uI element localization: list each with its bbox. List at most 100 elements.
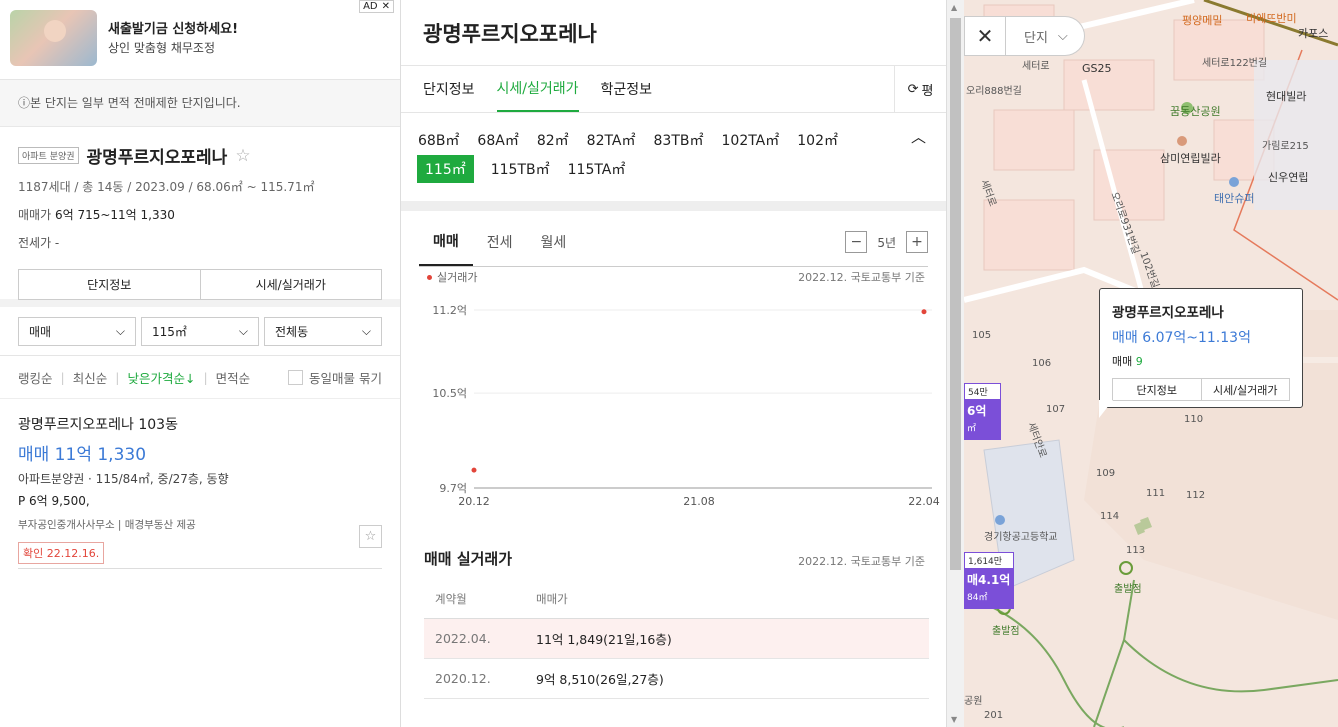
x-tick-label: 21.08	[683, 495, 715, 508]
tab-jeonse[interactable]: 전세	[473, 217, 527, 266]
tab-sale[interactable]: 매매	[419, 217, 473, 266]
ad-label: AD	[363, 1, 378, 12]
table-row[interactable]: 2020.12. 9억 8,510(26일,27층)	[424, 659, 929, 699]
area-select[interactable]: 115㎡ ⌵	[141, 317, 259, 346]
trade-type-select[interactable]: 매매 ⌵	[18, 317, 136, 346]
map-label: 가림로215	[1262, 141, 1309, 152]
sort-ranking[interactable]: 랭킹순	[18, 368, 53, 387]
map-view[interactable]: 평양메밀 비에뜨반미 카포스 GS25 세터로122번길 세터로 오리888번길 현대빌라 꿈동…	[964, 0, 1338, 727]
ad-close-icon[interactable]: ✕	[382, 1, 390, 12]
period-minus-button[interactable]: −	[845, 231, 868, 253]
tab-complex-info[interactable]: 단지정보	[423, 66, 475, 112]
popup-name: 광명푸르지오포레나	[1112, 305, 1224, 321]
complex-summary: 아파트 분양권 광명푸르지오포레나 ☆ 1187세대 / 총 14동 / 202…	[0, 127, 400, 307]
header-month: 계약월	[435, 592, 467, 606]
size-option[interactable]: 68A㎡	[476, 130, 519, 150]
scrollbar-thumb[interactable]	[950, 18, 961, 570]
group-listings-checkbox[interactable]: 동일매물 묶기	[288, 368, 382, 387]
popup-info-button[interactable]: 단지정보	[1112, 378, 1202, 401]
trade-tabs: 매매 전세 월세 − 5년 +	[419, 217, 928, 267]
y-tick-label: 10.5억	[432, 387, 467, 400]
map-label: 평양메밀	[1182, 14, 1223, 27]
sort-latest[interactable]: 최신순	[73, 368, 108, 387]
map-label: 공원	[964, 696, 983, 707]
popup-count-value: 9	[1135, 355, 1143, 368]
price-chart: 9.7억 10.5억 11.2억 20.12 21.08 22.04	[432, 304, 940, 508]
size-option[interactable]: 68B㎡	[417, 130, 460, 150]
scroll-down-icon[interactable]: ▼	[951, 715, 957, 724]
size-option[interactable]: 115TA㎡	[567, 159, 627, 179]
map-label: 출발점	[992, 626, 1020, 637]
map-label: 신우연립	[1268, 171, 1309, 184]
building-value: 전체동	[275, 325, 309, 339]
sort-divider: |	[203, 369, 208, 385]
map-label: 태안슈퍼	[1214, 192, 1255, 205]
sort-divider: |	[115, 369, 120, 385]
complex-type-tag: 아파트 분양권	[18, 147, 79, 164]
table-row[interactable]: 2022.04. 11억 1,849(21일,16층)	[424, 619, 929, 659]
size-option[interactable]: 102㎡	[796, 130, 839, 150]
marker-head: 54만	[964, 383, 1001, 400]
listing-star-icon[interactable]: ☆	[359, 525, 382, 548]
building-select[interactable]: 전체동 ⌵	[264, 317, 382, 346]
cell-price: 11억 1,849(21일,16층)	[536, 632, 672, 647]
tab-monthly-rent[interactable]: 월세	[527, 217, 581, 266]
size-option[interactable]: 82TA㎡	[586, 130, 637, 150]
ad-banner[interactable]: 새출발기금 신청하세요! 상인 맞춤형 채무조정 AD ✕	[0, 0, 400, 80]
map-popup[interactable]: 광명푸르지오포레나 매매 6.07억~11.13억 매매 9 단지정보 시세/실…	[1099, 288, 1303, 408]
size-option[interactable]: 115TB㎡	[490, 159, 551, 179]
ad-badge: AD ✕	[359, 0, 394, 13]
period-plus-button[interactable]: +	[906, 231, 928, 253]
chevron-up-icon[interactable]: ︿	[911, 126, 926, 147]
area-value: 115㎡	[152, 325, 187, 339]
map-label: 세터로122번길	[1202, 58, 1268, 69]
size-option[interactable]: 115㎡	[417, 154, 474, 183]
tab-price-history[interactable]: 시세/실거래가	[496, 66, 579, 112]
size-option[interactable]: 82㎡	[536, 130, 570, 150]
y-tick-label: 9.7억	[439, 482, 467, 495]
listing-name: 광명푸르지오포레나 103동	[18, 417, 178, 433]
map-label: 107	[1046, 404, 1066, 415]
ad-title: 새출발기금 신청하세요!	[108, 22, 239, 37]
favorite-star-icon[interactable]: ☆	[235, 146, 250, 166]
size-option[interactable]: 83TB㎡	[653, 130, 705, 150]
tab-school-info[interactable]: 학군정보	[601, 66, 653, 112]
scroll-up-icon[interactable]: ▲	[951, 3, 957, 12]
popup-count: 매매 9	[1112, 353, 1290, 369]
chevron-down-icon: ⌵	[115, 324, 125, 338]
price-history-button[interactable]: 시세/실거래가	[200, 269, 382, 300]
popup-price-button[interactable]: 시세/실거래가	[1201, 378, 1290, 401]
sale-label: 매매가	[18, 208, 52, 222]
size-selector: 68B㎡ 68A㎡ 82㎡ 82TA㎡ 83TB㎡ 102TA㎡ 102㎡ 115㎡ 115T…	[401, 113, 946, 211]
sort-divider: |	[60, 369, 65, 385]
notice-text: 본 단지는 일부 면적 전매제한 단지입니다.	[30, 96, 241, 110]
legend-label: 실거래가	[437, 271, 478, 284]
complex-filter-button[interactable]: 단지 ⌵	[1006, 16, 1085, 56]
size-option[interactable]: 102TA㎡	[721, 130, 781, 150]
unit-toggle-button[interactable]: ⟳ 평	[894, 66, 946, 112]
complex-jeonse-price: 전세가 -	[18, 236, 60, 250]
close-icon[interactable]: ✕	[964, 16, 1006, 56]
sort-area[interactable]: 면적순	[216, 368, 251, 387]
data-point[interactable]	[471, 467, 477, 473]
scrollbar[interactable]: ▲ ▼	[947, 0, 964, 727]
complex-info-button[interactable]: 단지정보	[18, 269, 201, 300]
complex-meta: 1187세대 / 총 14동 / 2023.09 / 68.06㎡ ~ 115.…	[18, 180, 315, 194]
map-label: 삼미연립빌라	[1160, 152, 1221, 165]
sort-low-price[interactable]: 낮은가격순↓	[127, 368, 195, 387]
complex-name: 광명푸르지오포레나	[86, 148, 228, 168]
unit-toggle-label: 평	[921, 83, 934, 99]
confirm-badge: 확인 22.12.16.	[18, 542, 105, 564]
data-point[interactable]	[921, 309, 927, 315]
price-marker[interactable]: 1,614만 매4.1억 84㎡	[964, 552, 1014, 609]
listing-price: 매매 11억 1,330	[18, 445, 147, 465]
x-tick-label: 22.04	[908, 495, 940, 508]
section-title: 매매 실거래가	[424, 550, 513, 568]
listing-item[interactable]: 광명푸르지오포레나 103동 매매 11억 1,330 아파트분양권 · 115…	[18, 399, 382, 569]
cell-month: 2020.12.	[435, 671, 491, 686]
ad-image	[10, 10, 97, 66]
checkbox-icon	[288, 369, 304, 385]
ad-subtitle: 상인 맞춤형 채무조정	[108, 41, 215, 55]
price-marker[interactable]: 54만 6억 ㎡	[964, 383, 1001, 440]
chevron-down-icon: ⌵	[238, 324, 248, 338]
